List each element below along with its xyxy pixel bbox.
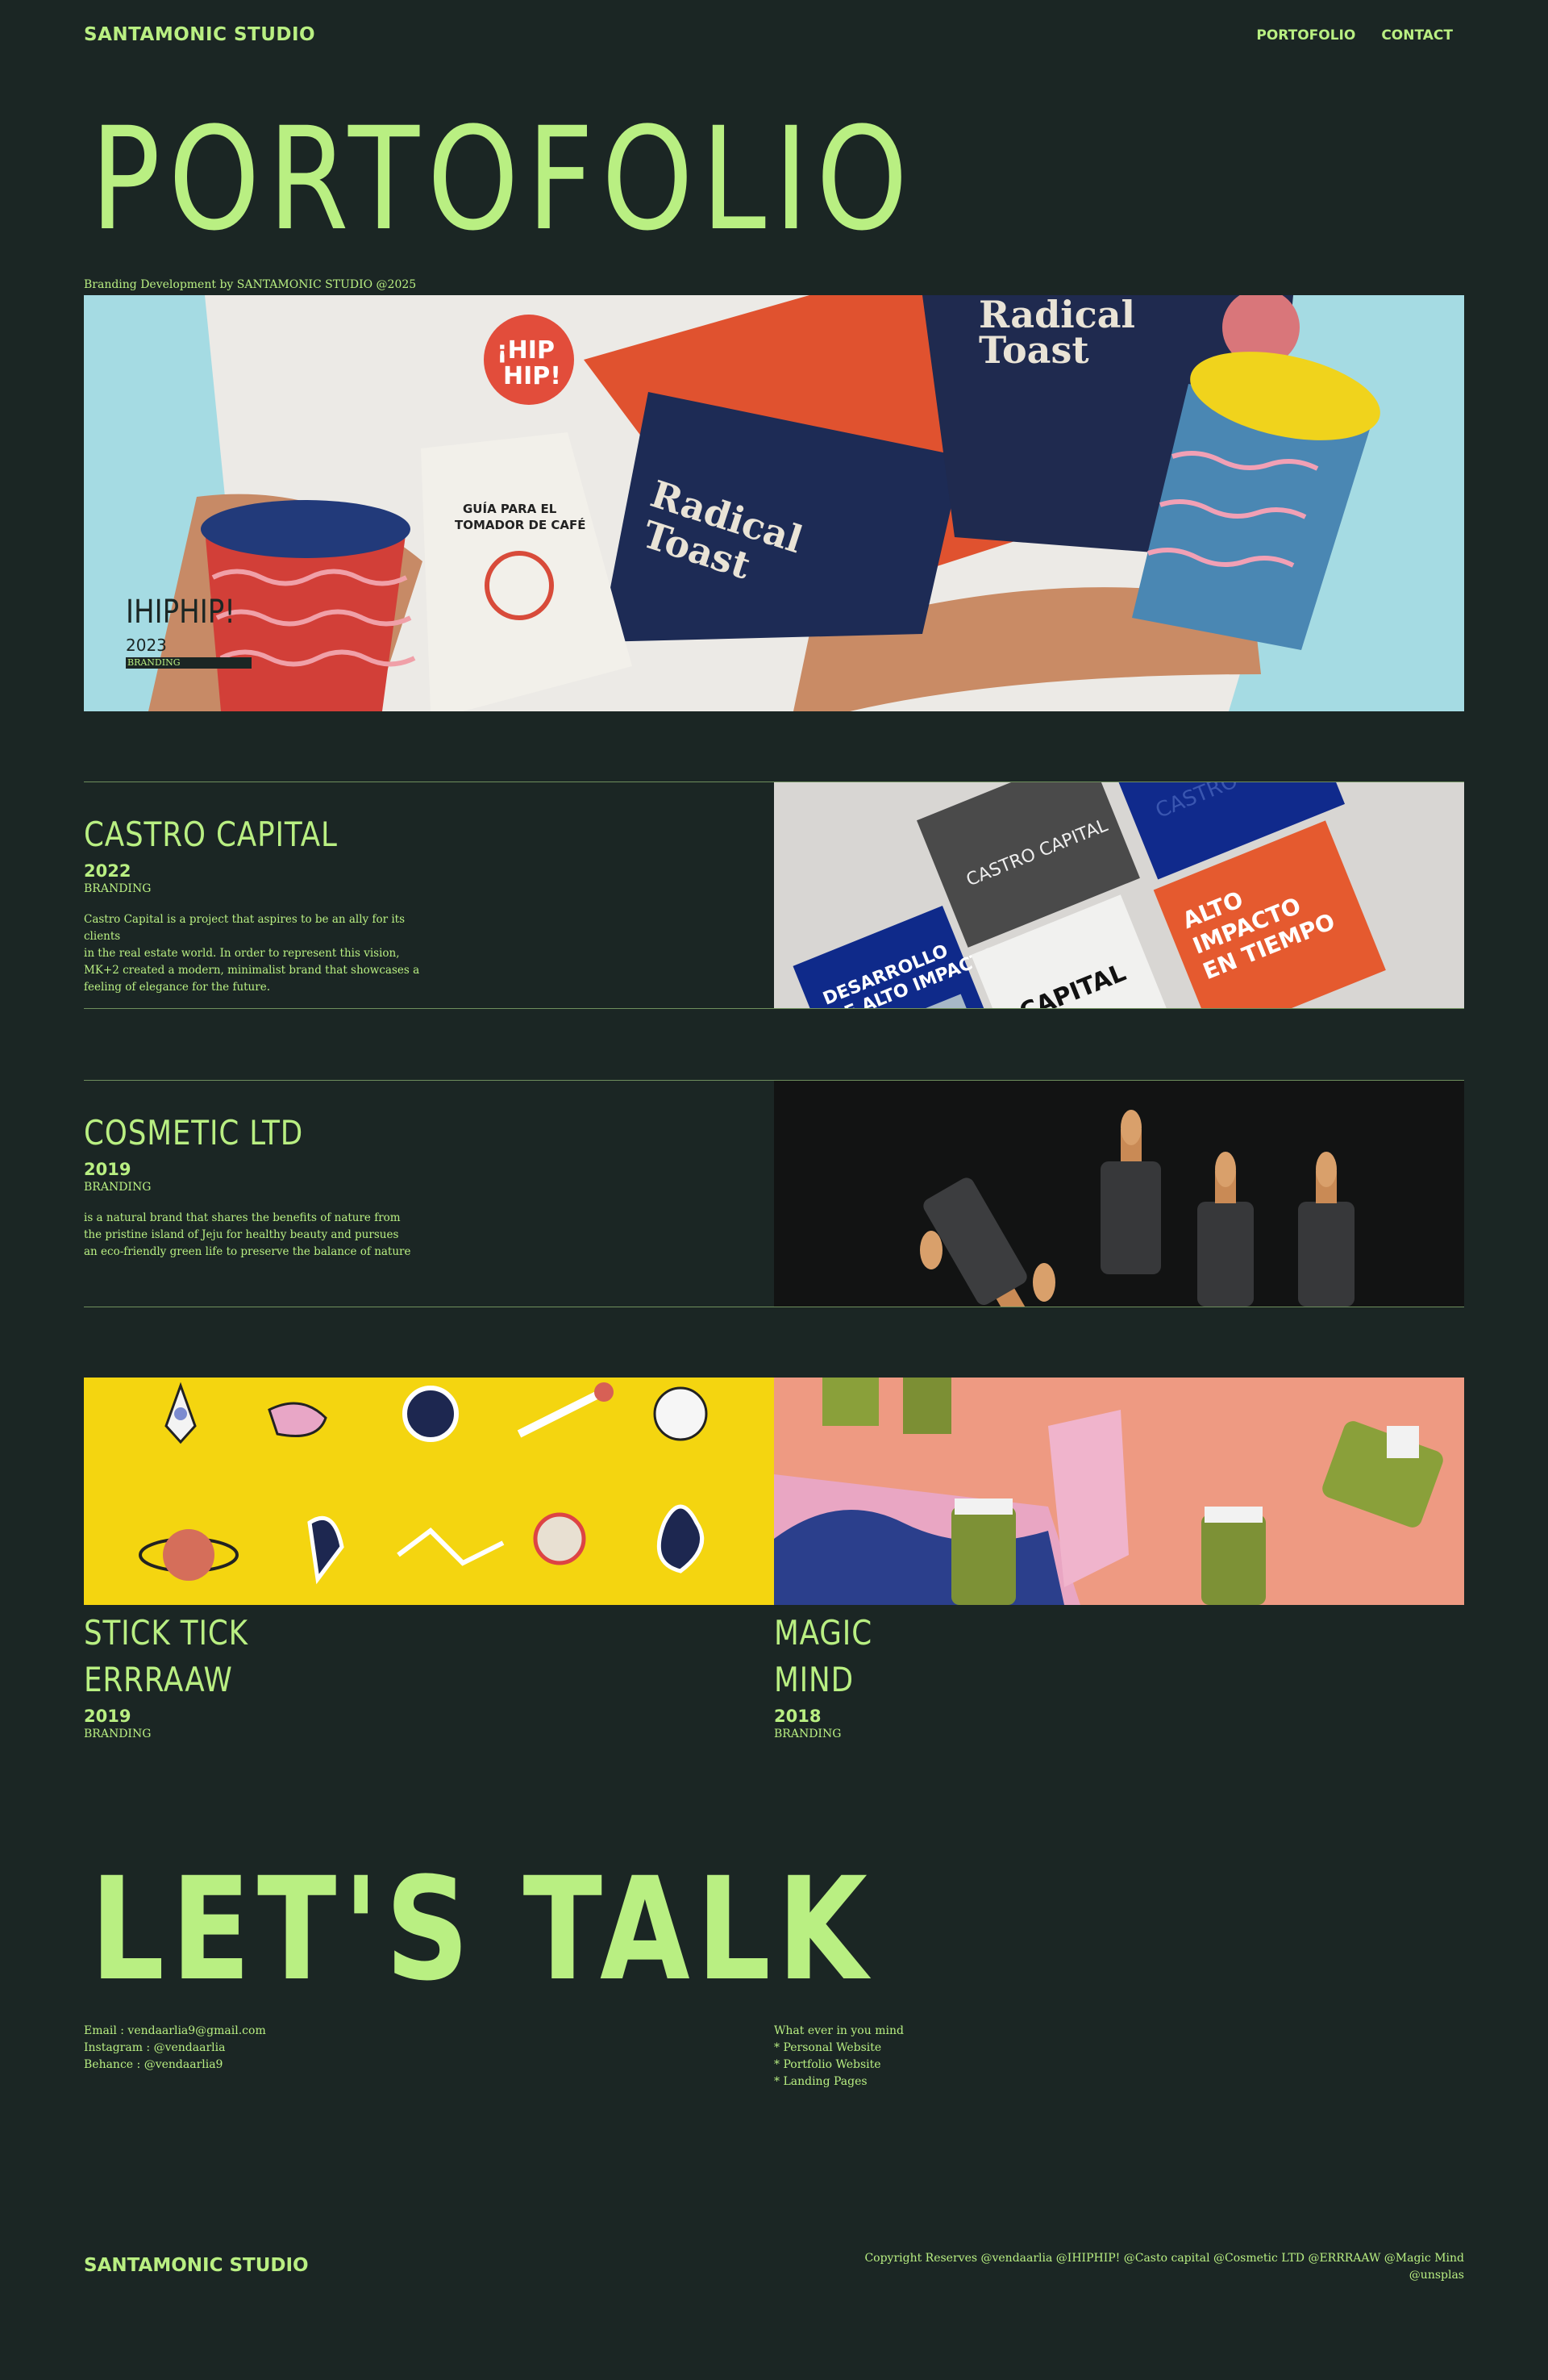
- project-tag: BRANDING: [774, 1728, 842, 1740]
- services-intro: What ever in you mind: [774, 2024, 904, 2037]
- service-item: * Landing Pages: [774, 2075, 868, 2088]
- main-nav: PORTOFOLIO CONTACT: [1256, 27, 1453, 44]
- page-subtitle: Branding Development by SANTAMONIC STUDI…: [84, 278, 417, 291]
- project-title: STICK TICK ERRRAAW: [84, 1613, 248, 1699]
- featured-image: ¡HIP HIP! Radical Toast Radical Toast GU…: [84, 295, 1464, 711]
- svg-text:Toast: Toast: [979, 328, 1089, 372]
- project-tag: BRANDING: [84, 882, 152, 896]
- project-row-cosmetic-ltd[interactable]: COSMETIC LTD 2019 BRANDING is a natural …: [84, 1080, 1464, 1307]
- project-description: Castro Capital is a project that aspires…: [84, 913, 420, 994]
- project-year: 2019: [84, 1160, 131, 1180]
- svg-text:HIP!: HIP!: [503, 362, 561, 390]
- project-info: COSMETIC LTD 2019 BRANDING is a natural …: [84, 1113, 774, 1261]
- contact-instagram[interactable]: Instagram : @vendaarlia: [84, 2040, 266, 2057]
- project-row-castro-capital[interactable]: CASTRO CAPITAL 2022 BRANDING Castro Capi…: [84, 782, 1464, 1009]
- contact-heading: LET'S TALK: [90, 1847, 875, 2012]
- project-title: MAGIC MIND: [774, 1613, 872, 1699]
- brand-logo[interactable]: SANTAMONIC STUDIO: [84, 24, 315, 45]
- project-title: CASTRO CAPITAL: [84, 815, 338, 854]
- svg-text:TOMADOR DE CAFÉ: TOMADOR DE CAFÉ: [455, 517, 586, 532]
- contact-behance[interactable]: Behance : @vendaarlia9: [84, 2057, 266, 2074]
- project-info: CASTRO CAPITAL 2022 BRANDING Castro Capi…: [84, 815, 774, 996]
- project-title: COSMETIC LTD: [84, 1113, 304, 1152]
- project-image-stick-tick-errraaw[interactable]: [84, 1378, 774, 1605]
- footer-copyright: Copyright Reserves @vendaarlia @IHIPHIP!…: [864, 2252, 1464, 2282]
- page-title: PORTOFOLIO: [90, 97, 916, 262]
- project-image-castro-capital: DESARROLLO DE ALTO IMPACTO CASTRO CAPITA…: [774, 782, 1464, 1008]
- svg-text:GUÍA PARA EL: GUÍA PARA EL: [463, 501, 557, 516]
- featured-project-card[interactable]: ¡HIP HIP! Radical Toast Radical Toast GU…: [84, 295, 1464, 711]
- project-year: 2019: [84, 1707, 131, 1726]
- project-info-stick-tick-errraaw[interactable]: STICK TICK ERRRAAW 2019 BRANDING: [84, 1610, 277, 1740]
- project-year: 2022: [84, 861, 131, 882]
- project-image-magic-mind[interactable]: [774, 1378, 1464, 1605]
- service-item: * Portfolio Website: [774, 2058, 881, 2071]
- featured-project-title: IHIPHIP!: [126, 594, 235, 631]
- contact-list: Email : vendaarlia9@gmail.com Instagram …: [84, 2023, 266, 2074]
- project-description: is a natural brand that shares the benef…: [84, 1211, 411, 1259]
- service-item: * Personal Website: [774, 2041, 882, 2054]
- svg-text:¡HIP: ¡HIP: [497, 336, 555, 365]
- contact-email[interactable]: Email : vendaarlia9@gmail.com: [84, 2023, 266, 2040]
- nav-portofolio[interactable]: PORTOFOLIO: [1256, 27, 1355, 44]
- nav-contact[interactable]: CONTACT: [1381, 27, 1453, 44]
- project-tag: BRANDING: [84, 1181, 152, 1194]
- project-image-cosmetic-ltd: [774, 1081, 1464, 1307]
- footer-brand-logo[interactable]: SANTAMONIC STUDIO: [84, 2255, 309, 2276]
- featured-project-year: 2023: [126, 636, 167, 655]
- project-year: 2018: [774, 1707, 822, 1726]
- services-list: What ever in you mind * Personal Website…: [774, 2023, 904, 2090]
- project-tag: BRANDING: [84, 1728, 152, 1740]
- project-info-magic-mind[interactable]: MAGIC MIND 2018 BRANDING: [774, 1610, 890, 1740]
- featured-project-tag: BRANDING: [126, 657, 252, 669]
